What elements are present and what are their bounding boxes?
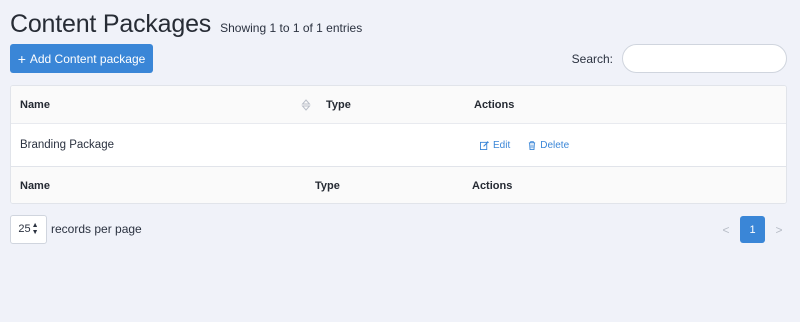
- table-row: Branding Package Edit Delete: [11, 124, 786, 167]
- page: Content Packages Showing 1 to 1 of 1 ent…: [0, 0, 800, 322]
- search-bar: Search:: [572, 44, 787, 73]
- add-content-package-button[interactable]: + Add Content package: [10, 44, 153, 73]
- select-arrows-icon: ▲ ▼: [31, 222, 39, 236]
- previous-page-button[interactable]: <: [715, 223, 737, 237]
- table-header-row: Name Type Actions: [11, 86, 786, 124]
- footer-header-name: Name: [20, 180, 50, 192]
- delete-link[interactable]: Delete: [528, 140, 569, 151]
- content-packages-table: Name Type Actions Branding Package Edit: [10, 85, 787, 204]
- column-header-type[interactable]: Type: [326, 86, 351, 123]
- footer-header-actions: Actions: [472, 180, 513, 192]
- footer-header-type: Type: [315, 180, 340, 192]
- edit-icon: [480, 140, 489, 150]
- page-title: Content Packages: [10, 10, 212, 38]
- per-page-label: records per page: [51, 222, 142, 236]
- row-actions: Edit Delete: [480, 124, 569, 166]
- search-label: Search:: [571, 51, 613, 66]
- column-header-name[interactable]: Name: [20, 86, 50, 123]
- sort-icon[interactable]: [301, 98, 311, 112]
- row-name: Branding Package: [20, 139, 114, 151]
- plus-icon: +: [17, 50, 26, 67]
- edit-label: Edit: [493, 139, 511, 151]
- page-header: Content Packages Showing 1 to 1 of 1 ent…: [10, 10, 362, 40]
- per-page-select[interactable]: 25 ▲ ▼: [10, 214, 47, 244]
- delete-label: Delete: [540, 139, 570, 151]
- per-page-value: 25: [18, 223, 31, 235]
- trash-icon: [529, 140, 536, 150]
- search-input[interactable]: [622, 44, 787, 73]
- records-per-page: 25 ▲ ▼ records per page: [10, 214, 142, 244]
- add-button-label: Add Content package: [29, 51, 146, 66]
- edit-link[interactable]: Edit: [480, 140, 510, 151]
- pagination: < 1 >: [715, 216, 790, 243]
- column-header-actions: Actions: [474, 98, 515, 111]
- page-1-button[interactable]: 1: [740, 216, 765, 243]
- entries-info: Showing 1 to 1 of 1 entries: [220, 21, 363, 35]
- table-footer-row: Name Type Actions: [11, 167, 786, 203]
- next-page-button[interactable]: >: [768, 223, 790, 237]
